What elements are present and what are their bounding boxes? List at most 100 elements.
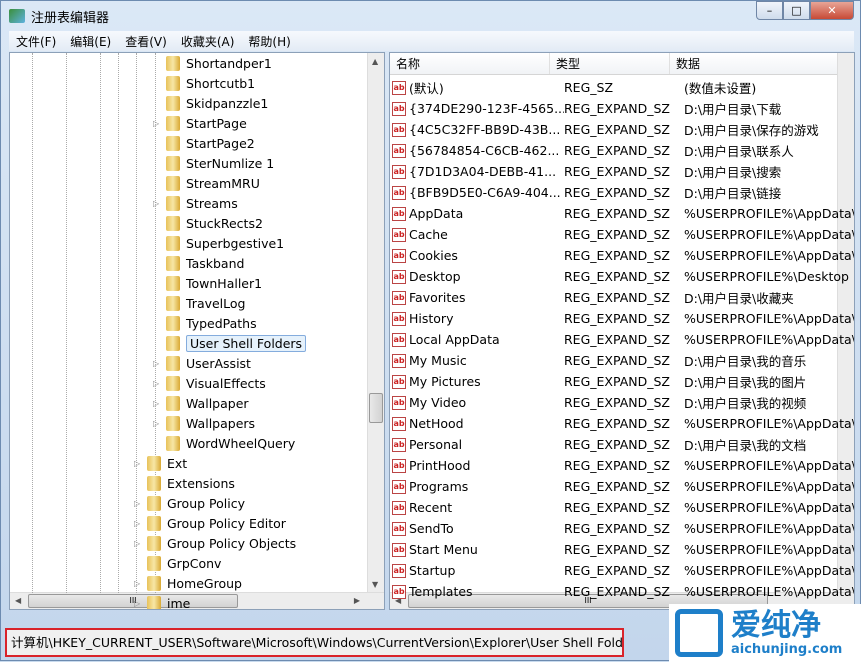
tree-item[interactable]: ▷ Wallpapers: [153, 413, 255, 433]
expand-arrow-icon[interactable]: ▷: [134, 459, 144, 468]
tree-item[interactable]: StreamMRU: [153, 173, 260, 193]
value-row[interactable]: ab {374DE290-123F-4565... REG_EXPAND_SZ D:\…: [392, 98, 854, 119]
folder-icon: [147, 495, 161, 511]
expand-arrow-icon[interactable]: ▷: [153, 119, 163, 128]
tree-item[interactable]: StartPage2: [153, 133, 255, 153]
string-value-icon: ab: [392, 563, 406, 578]
column-type[interactable]: 类型: [550, 53, 670, 74]
value-row[interactable]: ab Cache REG_EXPAND_SZ %USERPROFILE%\AppDat…: [392, 224, 854, 245]
value-name: Programs: [409, 479, 469, 494]
title-bar: 注册表编辑器: [9, 6, 109, 26]
tree-item[interactable]: ▷ Group Policy Objects: [134, 533, 296, 553]
value-row[interactable]: ab Personal REG_EXPAND_SZ D:\用户目录\我的文档: [392, 434, 854, 455]
value-row[interactable]: ab {4C5C32FF-BB9D-43B... REG_EXPAND_SZ D:\用…: [392, 119, 854, 140]
value-type: REG_EXPAND_SZ: [564, 479, 670, 494]
tree-item[interactable]: ▷ Group Policy: [134, 493, 245, 513]
value-row[interactable]: ab Desktop REG_EXPAND_SZ %USERPROFILE%\Desk…: [392, 266, 854, 287]
expand-arrow-icon[interactable]: ▷: [134, 599, 144, 608]
value-row[interactable]: ab Local AppData REG_EXPAND_SZ %USERPROFILE…: [392, 329, 854, 350]
tree-item[interactable]: TownHaller1: [153, 273, 262, 293]
value-row[interactable]: ab Recent REG_EXPAND_SZ %USERPROFILE%\AppDa…: [392, 497, 854, 518]
expand-arrow-icon[interactable]: ▷: [153, 379, 163, 388]
tree-guide-line: [32, 53, 33, 593]
value-row[interactable]: ab Programs REG_EXPAND_SZ %USERPROFILE%\App…: [392, 476, 855, 497]
tree-item[interactable]: TypedPaths: [153, 313, 257, 333]
value-row[interactable]: ab NetHood REG_EXPAND_SZ %USERPROFILE%\AppD…: [392, 413, 854, 434]
scroll-thumb[interactable]: III: [28, 594, 238, 608]
folder-icon: [166, 235, 180, 251]
value-row[interactable]: ab {56784854-C6CB-462... REG_EXPAND_SZ D:\用…: [392, 140, 854, 161]
tree-item[interactable]: ▷ UserAssist: [153, 353, 251, 373]
tree-item[interactable]: Taskband: [153, 253, 244, 273]
tree-item[interactable]: Shortcutb1: [153, 73, 255, 93]
tree-item[interactable]: ▷ Group Policy Editor: [134, 513, 286, 533]
value-data: %USERPROFILE%\AppData\Rc: [684, 458, 855, 473]
tree-item-label: StartPage2: [186, 135, 255, 151]
expand-arrow-icon[interactable]: ▷: [134, 519, 144, 528]
value-name: PrintHood: [409, 458, 471, 473]
column-data[interactable]: 数据: [670, 53, 839, 74]
column-name[interactable]: 名称: [390, 53, 550, 74]
value-row[interactable]: ab My Music REG_EXPAND_SZ D:\用户目录\我的音乐: [392, 350, 854, 371]
tree-item-label: StuckRects2: [186, 215, 263, 231]
value-row[interactable]: ab PrintHood REG_EXPAND_SZ %USERPROFILE%\Ap…: [392, 455, 855, 476]
expand-arrow-icon[interactable]: ▷: [134, 539, 144, 548]
watermark-logo: 爱纯净 aichunjing.com: [669, 604, 861, 662]
value-row[interactable]: ab {BFB9D5E0-C6A9-404... REG_EXPAND_SZ D:\用…: [392, 182, 854, 203]
tree-item[interactable]: Superbgestive1: [153, 233, 284, 253]
value-row[interactable]: ab My Video REG_EXPAND_SZ D:\用户目录\我的视频: [392, 392, 854, 413]
value-row[interactable]: ab SendTo REG_EXPAND_SZ %USERPROFILE%\AppDa…: [392, 518, 854, 539]
value-type: REG_EXPAND_SZ: [564, 437, 670, 452]
tree-item[interactable]: ▷ Streams: [153, 193, 238, 213]
menu-edit[interactable]: 编辑(E): [63, 33, 118, 50]
tree-horizontal-scrollbar[interactable]: ◀ III ▶: [10, 592, 384, 609]
expand-arrow-icon[interactable]: ▷: [134, 579, 144, 588]
value-row[interactable]: ab My Pictures REG_EXPAND_SZ D:\用户目录\我的图片: [392, 371, 854, 392]
expand-arrow-icon[interactable]: ▷: [134, 499, 144, 508]
folder-icon: [166, 135, 180, 151]
value-type: REG_EXPAND_SZ: [564, 164, 670, 179]
tree-vertical-scrollbar[interactable]: ▲ ▼: [367, 53, 384, 593]
minimize-button[interactable]: –: [756, 1, 783, 20]
tree-item[interactable]: ▷ Ext: [134, 453, 187, 473]
value-row[interactable]: ab Start Menu REG_EXPAND_SZ %USERPROFILE%\A…: [392, 539, 854, 560]
tree-item[interactable]: Extensions: [134, 473, 235, 493]
value-row[interactable]: ab (默认) REG_SZ (数值未设置): [392, 77, 854, 98]
menu-view[interactable]: 查看(V): [118, 33, 174, 50]
value-row[interactable]: ab History REG_EXPAND_SZ %USERPROFILE%\AppD…: [392, 308, 854, 329]
menu-favorites[interactable]: 收藏夹(A): [174, 33, 242, 50]
tree-item[interactable]: ▷ ime: [134, 593, 190, 609]
tree-item[interactable]: User Shell Folders: [153, 333, 307, 353]
tree-item[interactable]: TravelLog: [153, 293, 246, 313]
maximize-button[interactable]: □: [783, 1, 810, 20]
menu-help[interactable]: 帮助(H): [241, 33, 297, 50]
tree-item-label: Shortandper1: [186, 55, 272, 71]
value-row[interactable]: ab Templates REG_EXPAND_SZ %USERPROFILE%\Ap…: [392, 581, 854, 602]
tree-item[interactable]: StuckRects2: [153, 213, 263, 233]
tree-item[interactable]: GrpConv: [134, 553, 221, 573]
value-row[interactable]: ab Startup REG_EXPAND_SZ %USERPROFILE%\AppD…: [392, 560, 854, 581]
tree-item[interactable]: SterNumlize 1: [153, 153, 274, 173]
value-name: Favorites: [409, 290, 466, 305]
tree-item[interactable]: Shortandper1: [153, 53, 272, 73]
value-type: REG_EXPAND_SZ: [564, 500, 670, 515]
value-row[interactable]: ab {7D1D3A04-DEBB-41... REG_EXPAND_SZ D:\用户…: [392, 161, 854, 182]
value-row[interactable]: ab Cookies REG_EXPAND_SZ %USERPROFILE%\AppD…: [392, 245, 854, 266]
expand-arrow-icon[interactable]: ▷: [153, 199, 163, 208]
close-button[interactable]: ✕: [810, 1, 854, 20]
menu-file[interactable]: 文件(F): [9, 33, 63, 50]
value-data: %USERPROFILE%\AppData\Rc: [684, 479, 855, 494]
value-row[interactable]: ab AppData REG_EXPAND_SZ %USERPROFILE%\AppD…: [392, 203, 854, 224]
expand-arrow-icon[interactable]: ▷: [153, 399, 163, 408]
value-type: REG_EXPAND_SZ: [564, 521, 670, 536]
value-row[interactable]: ab Favorites REG_EXPAND_SZ D:\用户目录\收藏夹: [392, 287, 854, 308]
tree-item[interactable]: ▷ HomeGroup: [134, 573, 242, 593]
expand-arrow-icon[interactable]: ▷: [153, 419, 163, 428]
tree-item[interactable]: WordWheelQuery: [153, 433, 295, 453]
tree-item[interactable]: ▷ VisualEffects: [153, 373, 266, 393]
expand-arrow-icon[interactable]: ▷: [153, 359, 163, 368]
tree-item[interactable]: ▷ StartPage: [153, 113, 247, 133]
tree-item[interactable]: Skidpanzzle1: [153, 93, 268, 113]
scroll-thumb[interactable]: [369, 393, 383, 423]
tree-item[interactable]: ▷ Wallpaper: [153, 393, 249, 413]
